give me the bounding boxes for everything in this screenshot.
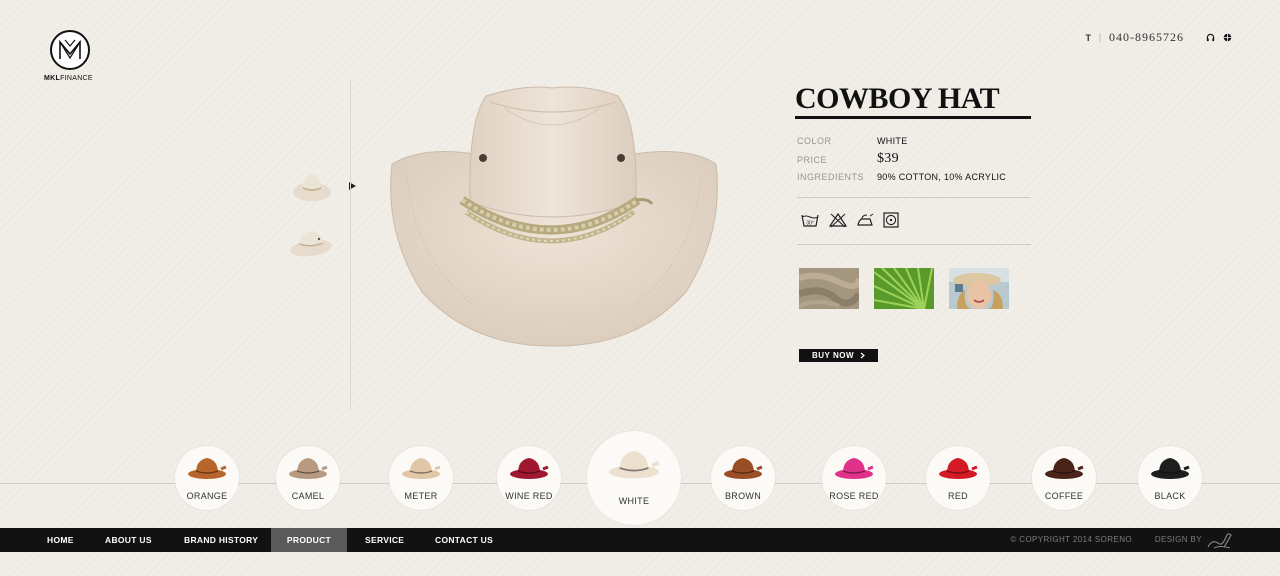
nav-service[interactable]: SERVICE: [365, 528, 404, 552]
iron-icon: [857, 213, 874, 226]
main-nav-bar: HOME ABOUT US BRAND HISTORY PRODUCT SERV…: [0, 528, 1280, 552]
color-option-red[interactable]: RED: [926, 446, 990, 510]
phone-number: 040-8965726: [1109, 30, 1184, 44]
hat-swatch-icon: [1151, 458, 1190, 479]
buy-now-button[interactable]: BUY NOW: [799, 349, 878, 362]
wash-30-icon: 30°: [801, 214, 819, 227]
color-option-wine-red[interactable]: WINE RED: [497, 446, 561, 510]
nav-about-us[interactable]: ABOUT US: [105, 528, 152, 552]
main-product-image: [390, 86, 718, 347]
color-option-label: METER: [404, 491, 438, 501]
tumble-dry-icon: [883, 212, 899, 228]
designer-signature-logo: [1207, 533, 1232, 549]
spec-ingredients-value: 90% COTTON, 10% ACRYLIC: [877, 172, 1007, 182]
spec-price-value: $39: [877, 151, 899, 166]
hat-swatch-icon: [609, 450, 660, 479]
hat-swatch-icon: [939, 458, 978, 479]
hat-swatch-icon: [188, 458, 227, 479]
nav-contact-us[interactable]: CONTACT US: [435, 528, 493, 552]
palm-leaf-image[interactable]: [874, 268, 934, 309]
hat-swatch-icon: [402, 458, 441, 479]
no-bleach-icon: [829, 212, 847, 228]
color-option-brown[interactable]: BROWN: [711, 446, 775, 510]
chevron-right-icon: [860, 352, 865, 359]
color-option-label: WINE RED: [505, 491, 553, 501]
hat-swatch-icon: [1045, 458, 1084, 479]
product-title: COWBOY HAT: [795, 82, 1000, 115]
hat-front-thumbnail[interactable]: [288, 168, 336, 206]
color-option-rose-red[interactable]: ROSE RED: [822, 446, 886, 510]
color-option-label: WHITE: [618, 496, 650, 506]
color-option-label: BROWN: [725, 491, 761, 501]
phone-prefix: T: [1085, 32, 1091, 43]
spec-ingredients-label: INGREDIENTS: [797, 172, 865, 182]
nav-home[interactable]: HOME: [47, 528, 74, 552]
copyright-text: © COPYRIGHT 2014 SORENO: [1010, 535, 1132, 544]
globe-icon[interactable]: [1223, 33, 1232, 42]
contact-bar: T | 040-8965726: [1085, 30, 1232, 45]
color-option-white[interactable]: WHITE: [587, 431, 681, 525]
model-wearing-hat-image[interactable]: [949, 268, 1009, 309]
title-underline: [795, 116, 1031, 119]
spec-color-value: WHITE: [877, 136, 908, 146]
spec-color-label: COLOR: [797, 136, 832, 146]
nav-product[interactable]: PRODUCT: [271, 528, 347, 552]
nav-brand-history[interactable]: BRAND HISTORY: [184, 528, 258, 552]
color-option-camel[interactable]: CAMEL: [276, 446, 340, 510]
color-option-black[interactable]: BLACK: [1138, 446, 1202, 510]
care-divider: [797, 244, 1031, 245]
color-option-coffee[interactable]: COFFEE: [1032, 446, 1096, 510]
logo-emblem: [50, 30, 90, 70]
color-option-label: RED: [948, 491, 968, 501]
color-option-label: ROSE RED: [829, 491, 879, 501]
contact-separator: |: [1098, 32, 1101, 43]
hat-swatch-icon: [510, 458, 549, 479]
brand-logo[interactable]: MKLFINANCE: [44, 30, 100, 88]
linen-texture-image[interactable]: [799, 268, 859, 309]
design-by-label: DESIGN BY: [1154, 535, 1202, 544]
gallery-divider: [350, 80, 351, 410]
color-option-label: CAMEL: [291, 491, 325, 501]
hat-swatch-icon: [289, 458, 328, 479]
spec-divider: [797, 197, 1031, 198]
color-option-label: BLACK: [1154, 491, 1186, 501]
svg-text:30°: 30°: [806, 221, 814, 227]
headset-icon[interactable]: [1206, 33, 1215, 42]
color-option-label: COFFEE: [1044, 491, 1084, 501]
color-option-label: ORANGE: [186, 491, 228, 501]
hat-swatch-icon: [724, 458, 763, 479]
color-option-meter[interactable]: METER: [389, 446, 453, 510]
hat-swatch-icon: [835, 458, 874, 479]
spec-price-label: PRICE: [797, 155, 828, 165]
hat-side-thumbnail[interactable]: [286, 224, 336, 262]
buy-now-label: BUY NOW: [811, 351, 855, 360]
logo-wordmark: MKLFINANCE: [44, 75, 93, 82]
color-option-orange[interactable]: ORANGE: [175, 446, 239, 510]
